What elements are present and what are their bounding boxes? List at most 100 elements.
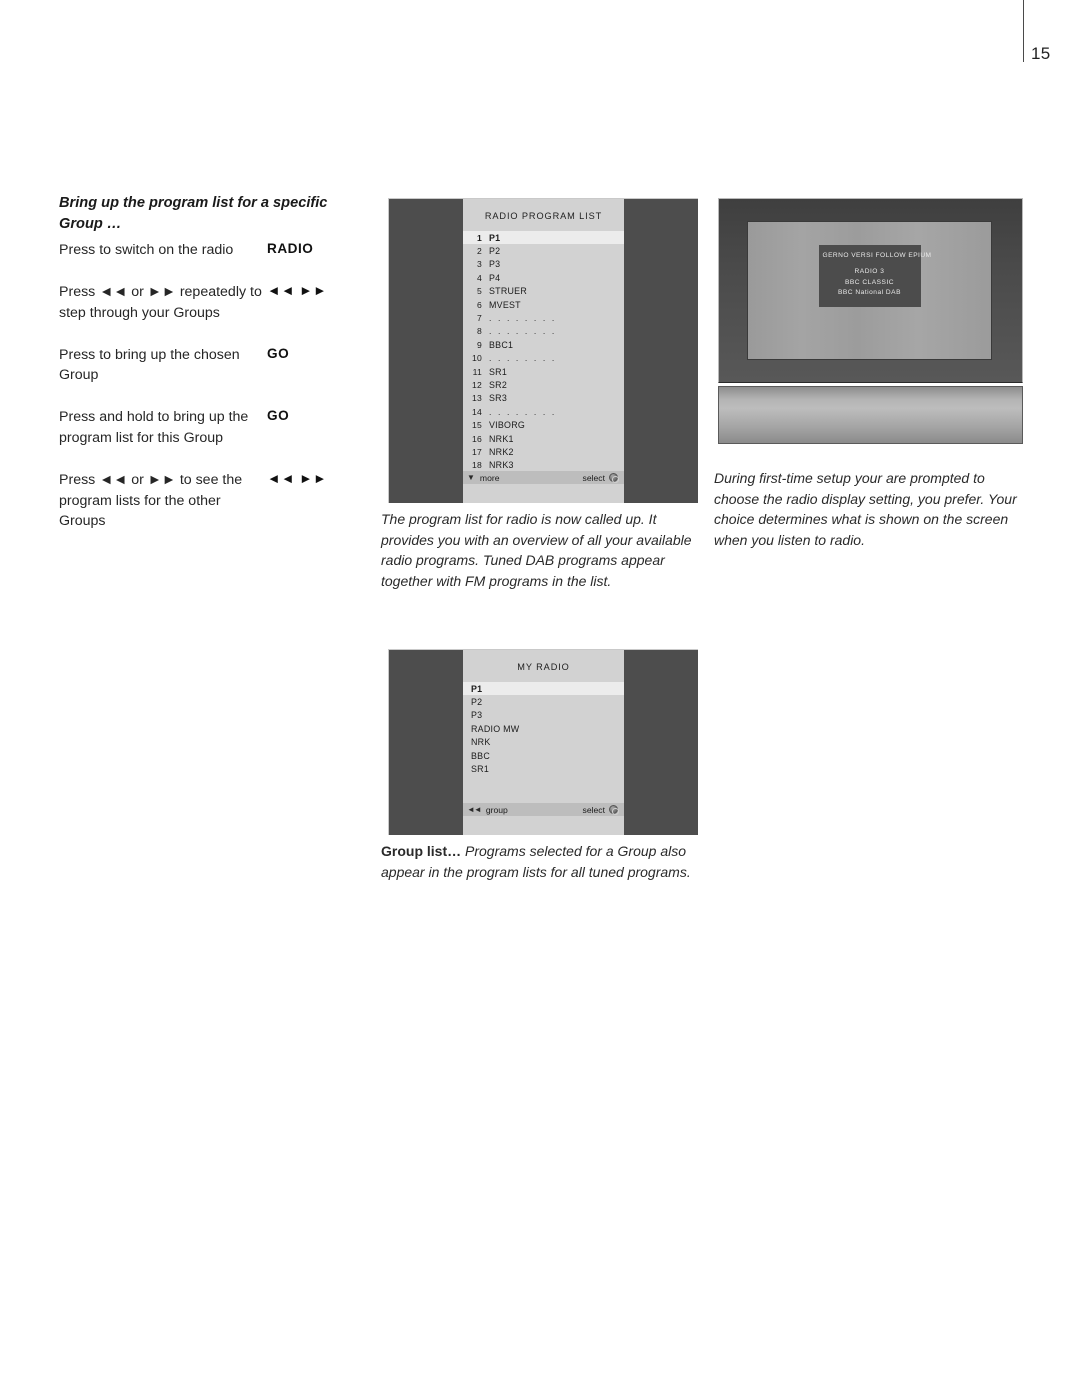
instruction-row: Press to switch on the radio RADIO: [59, 240, 335, 261]
list-item-label: . . . . . . . .: [489, 406, 557, 417]
list-item-label: . . . . . . . .: [489, 313, 557, 324]
instruction-key-radio: RADIO: [267, 241, 314, 256]
instruction-key-go-hold: GO: [267, 408, 290, 424]
osd-heading: GERNO VERSI FOLLOW EPIUM: [822, 252, 932, 259]
list-item-number: 1: [476, 232, 482, 243]
instruction-text: Press ◄◄ or ►► to see the program lists …: [59, 472, 243, 530]
list-item[interactable]: 2 P2: [463, 244, 624, 257]
my-radio-title: MY RADIO: [517, 662, 570, 672]
chevron-down-icon[interactable]: ▼: [467, 473, 475, 482]
tv-body: GERNO VERSI FOLLOW EPIUM RADIO 3 BBC CLA…: [718, 198, 1023, 383]
list-item-label: SR2: [489, 379, 508, 390]
list-item-label: NRK1: [489, 433, 514, 444]
page-number: 15: [1031, 44, 1051, 63]
list-item[interactable]: 7 . . . . . . . .: [463, 311, 624, 324]
list-item-label: BBC1: [489, 339, 514, 350]
list-item-label: RADIO MW: [471, 723, 520, 734]
list-item-number: 12: [471, 379, 482, 390]
list-item[interactable]: P2: [463, 695, 624, 708]
list-item-label: SR1: [489, 366, 508, 377]
instruction-text: Press to bring up the chosen Group: [59, 346, 240, 384]
list-item[interactable]: 3 P3: [463, 258, 624, 271]
my-radio-screen: MY RADIO P1 P2 P3 RADIO MW NRK BBC SR1 ◄◄ grou…: [388, 649, 698, 835]
instruction-text: Press and hold to bring up the program l…: [59, 409, 249, 447]
instruction-row: Press ◄◄ or ►► to see the program lists …: [59, 470, 335, 532]
list-item[interactable]: SR1: [463, 762, 624, 775]
list-item-number: 13: [471, 393, 482, 404]
list-item-label: SR1: [471, 764, 490, 775]
rewind-icon[interactable]: ◄◄: [467, 805, 482, 814]
list-item-number: 2: [476, 246, 482, 257]
list-item-number: 4: [476, 272, 482, 283]
instruction-heading: Bring up the program list for a specific…: [59, 195, 328, 232]
list-item[interactable]: 5 STRUER: [463, 285, 624, 298]
my-radio-list-items[interactable]: P1 P2 P3 RADIO MW NRK BBC SR1: [463, 682, 624, 776]
list-item-number: 14: [471, 406, 482, 417]
go-button-icon[interactable]: [609, 805, 619, 815]
list-item-number: 9: [476, 339, 482, 350]
list-item-label: P3: [489, 259, 501, 270]
list-item-label: P3: [471, 710, 483, 721]
group-label[interactable]: group: [486, 805, 508, 815]
list-item-label: STRUER: [489, 286, 527, 297]
instruction-key-go: GO: [267, 345, 290, 361]
list-item[interactable]: RADIO MW: [463, 722, 624, 735]
instruction-row: Press to bring up the chosen Group GO: [59, 345, 335, 386]
list-item-label: NRK: [471, 737, 491, 748]
my-radio-caption: Group list… Programs selected for a Grou…: [381, 841, 711, 882]
go-button-icon[interactable]: [609, 473, 619, 483]
list-item[interactable]: 12 SR2: [463, 378, 624, 391]
page-rule: [1023, 0, 1024, 62]
list-item-label: NRK2: [489, 446, 514, 457]
osd-line: BBC CLASSIC: [844, 278, 895, 286]
list-item-number: 7: [476, 313, 482, 324]
list-item-number: 17: [471, 446, 482, 457]
instruction-key-skip-arrows: ◄◄ ►►: [267, 283, 328, 299]
select-label[interactable]: select: [583, 473, 605, 483]
list-item[interactable]: 17 NRK2: [463, 445, 624, 458]
instruction-column: Bring up the program list for a specific…: [59, 193, 335, 553]
list-item-label: BBC: [471, 750, 490, 761]
list-item[interactable]: 8 . . . . . . . .: [463, 325, 624, 338]
my-radio-panel: MY RADIO P1 P2 P3 RADIO MW NRK BBC SR1 ◄◄ grou…: [463, 650, 624, 835]
list-item[interactable]: P3: [463, 709, 624, 722]
list-item-label: P4: [489, 272, 501, 283]
list-item[interactable]: 14 . . . . . . . .: [463, 405, 624, 418]
instruction-row: Press ◄◄ or ►► repeatedly to step throug…: [59, 282, 335, 323]
tv-on-screen-display: GERNO VERSI FOLLOW EPIUM RADIO 3 BBC CLA…: [818, 245, 932, 307]
list-item[interactable]: NRK: [463, 736, 624, 749]
list-item-label: SR3: [489, 393, 508, 404]
select-label[interactable]: select: [583, 805, 605, 815]
list-item-number: 10: [471, 353, 482, 364]
list-item[interactable]: 16 NRK1: [463, 432, 624, 445]
list-item[interactable]: 4 P4: [463, 271, 624, 284]
osd-line: BBC National DAB: [838, 289, 901, 296]
tv-screen: GERNO VERSI FOLLOW EPIUM RADIO 3 BBC CLA…: [747, 221, 992, 360]
radio-program-list-screen: RADIO PROGRAM LIST 1 P1 2 P2 3 P3 4 P4 5 STRUER 6 M…: [388, 198, 698, 503]
list-item[interactable]: 13 SR3: [463, 392, 624, 405]
list-item-number: 15: [471, 420, 482, 431]
list-item-label: P2: [489, 246, 501, 257]
list-item-number: 8: [476, 326, 482, 337]
list-item-label: P2: [471, 697, 483, 708]
my-radio-caption-lead: Group list…: [381, 843, 462, 859]
list-item[interactable]: 9 BBC1: [463, 338, 624, 351]
list-item[interactable]: BBC: [463, 749, 624, 762]
list-item[interactable]: 11 SR1: [463, 365, 624, 378]
list-item[interactable]: P1: [463, 682, 624, 696]
list-item-label: P1: [471, 683, 483, 694]
tv-illustration-caption: During first-time setup your are prompte…: [714, 470, 1017, 548]
list-item[interactable]: 15 VIBORG: [463, 418, 624, 431]
instruction-text: Press to switch on the radio: [59, 242, 234, 258]
list-item-label: MVEST: [489, 299, 521, 310]
more-label[interactable]: more: [480, 473, 500, 483]
tv-speaker-unit: [718, 386, 1023, 444]
list-item-label: VIBORG: [489, 420, 526, 431]
radio-program-list-items[interactable]: 1 P1 2 P2 3 P3 4 P4 5 STRUER 6 MVEST 7 . . . . . . . …: [463, 231, 624, 472]
radio-program-list-footer: ▼ more select: [463, 471, 624, 484]
list-item-label: . . . . . . . .: [489, 353, 557, 364]
list-item[interactable]: 10 . . . . . . . .: [463, 352, 624, 365]
list-item[interactable]: 1 P1: [463, 231, 624, 245]
list-item[interactable]: 6 MVEST: [463, 298, 624, 311]
radio-program-list-caption: The program list for radio is now called…: [381, 511, 692, 589]
